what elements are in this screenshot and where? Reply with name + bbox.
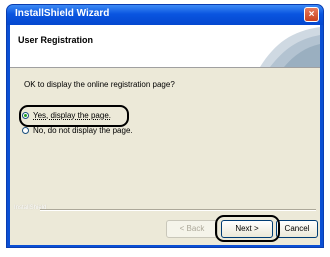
installshield-wizard-window: InstallShield Wizard × User Registration…	[6, 4, 324, 248]
wizard-header: User Registration	[10, 25, 320, 68]
back-button[interactable]: < Back	[166, 220, 218, 238]
annotation-circle-yes-option	[19, 105, 129, 127]
window-title: InstallShield Wizard	[15, 8, 110, 19]
option-no-label: No, do not display the page.	[33, 126, 133, 135]
registration-question: OK to display the online registration pa…	[24, 80, 175, 89]
annotation-circle-next-button	[215, 215, 280, 242]
title-bar[interactable]: InstallShield Wizard ×	[7, 5, 323, 25]
footer-separator	[40, 209, 316, 211]
radio-unselected-icon[interactable]	[22, 127, 29, 134]
option-no-radio[interactable]: No, do not display the page.	[22, 126, 133, 135]
close-button[interactable]: ×	[304, 7, 319, 22]
page-title: User Registration	[18, 35, 94, 45]
cancel-button[interactable]: Cancel	[276, 220, 318, 238]
wizard-client-area: User Registration OK to display the onli…	[10, 25, 320, 245]
installshield-swoosh-graphic	[260, 27, 320, 67]
